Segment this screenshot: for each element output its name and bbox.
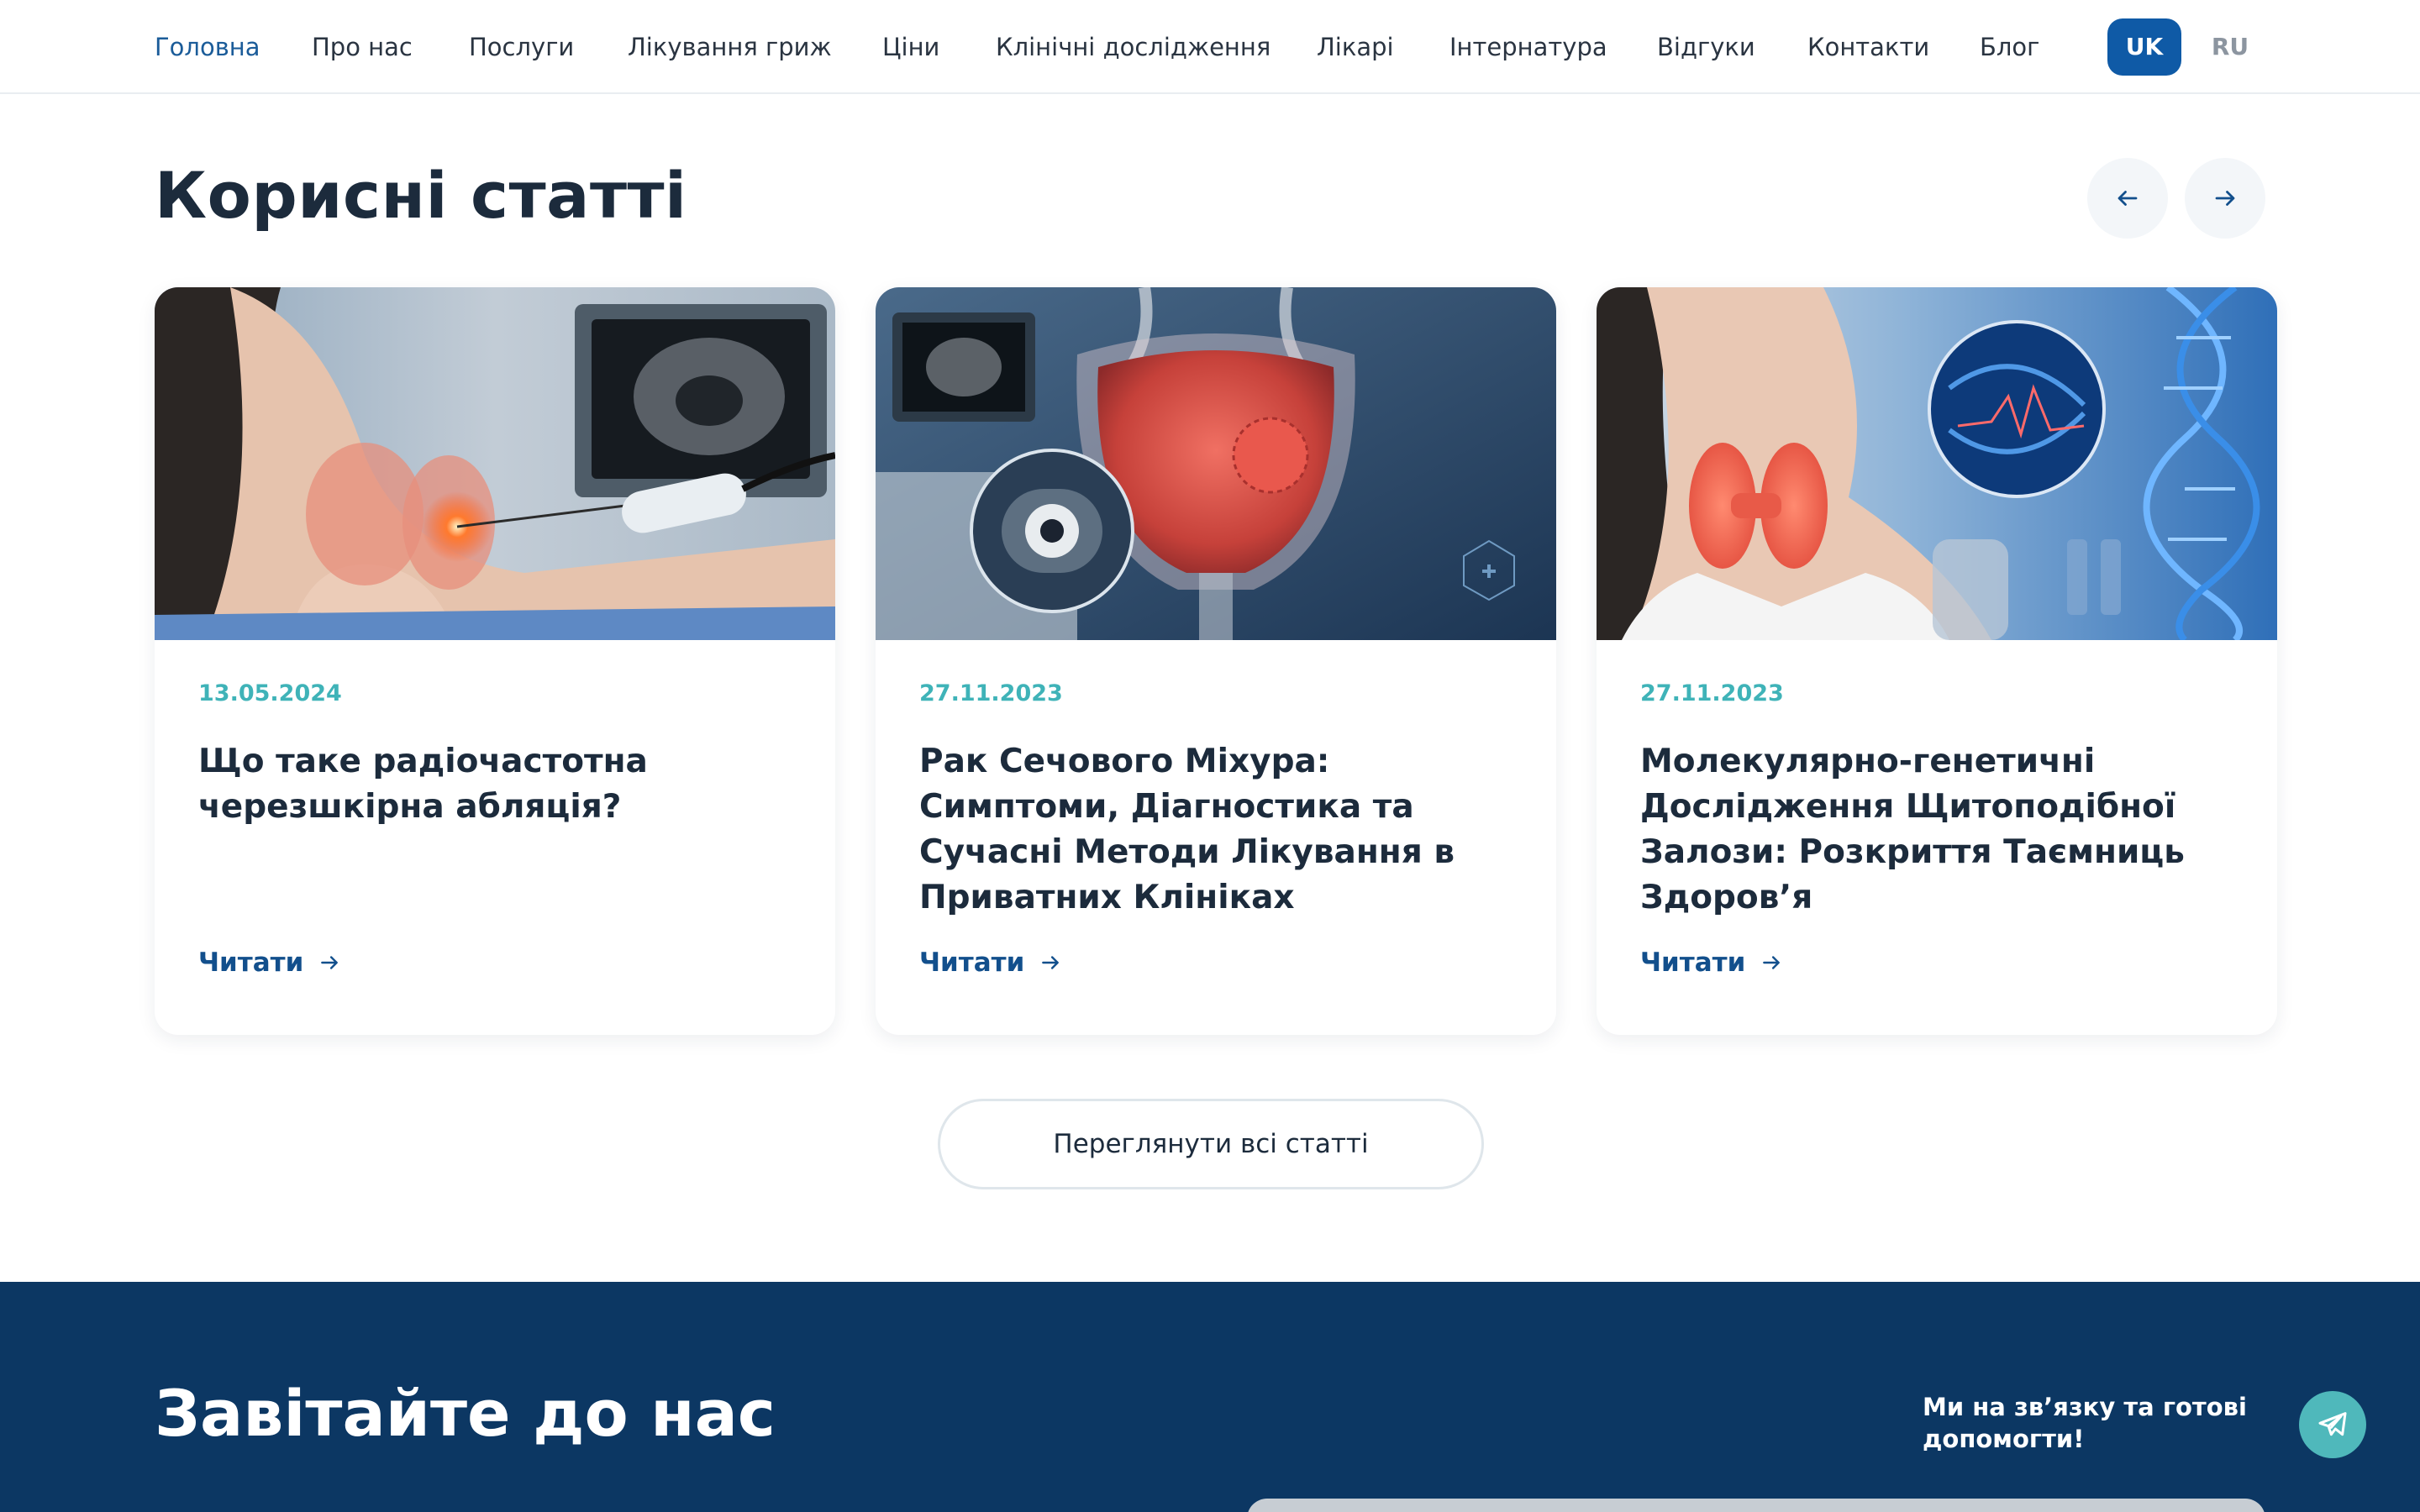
- read-more-link[interactable]: Читати: [919, 942, 1061, 983]
- nav-item-services[interactable]: Послуги: [469, 30, 574, 64]
- read-more-link[interactable]: Читати: [198, 942, 340, 983]
- nav-item-reviews[interactable]: Відгуки: [1657, 30, 1755, 64]
- nav-item-internship[interactable]: Інтернатура: [1449, 30, 1607, 64]
- top-navigation: Головна Про нас Послуги Лікування гриж Ц…: [0, 0, 2420, 94]
- arrow-left-icon: [2118, 191, 2138, 206]
- nav-item-home[interactable]: Головна: [155, 30, 260, 64]
- location-photo: [1247, 1499, 2265, 1512]
- lang-uk-button[interactable]: UK: [2107, 18, 2181, 76]
- arrow-right-icon: [321, 956, 339, 969]
- article-card[interactable]: 27.11.2023 Молекулярно-генетичні Дослідж…: [1597, 287, 2277, 1035]
- nav-item-hernia-treatment[interactable]: Лікування гриж: [628, 30, 832, 64]
- visit-section: Завітайте до нас Ми на зв’язку та готові…: [0, 1282, 2420, 1512]
- telegram-chat-button[interactable]: [2299, 1391, 2366, 1458]
- arrow-right-icon: [1042, 956, 1060, 969]
- article-date: 13.05.2024: [198, 680, 342, 706]
- contact-tagline: Ми на зв’язку та готові допомогти!: [1923, 1393, 2247, 1453]
- article-title[interactable]: Молекулярно-генетичні Дослідження Щитопо…: [1640, 739, 2245, 921]
- read-more-link[interactable]: Читати: [1640, 942, 1782, 983]
- view-all-articles-button[interactable]: Переглянути всі статті: [938, 1099, 1484, 1189]
- read-more-label: Читати: [919, 948, 1025, 978]
- nav-item-clinical-research[interactable]: Клінічні дослідження: [996, 30, 1270, 64]
- article-card[interactable]: 13.05.2024 Що таке радіочастотна черезшк…: [155, 287, 835, 1035]
- carousel-next-button[interactable]: [2185, 158, 2265, 239]
- article-title[interactable]: Рак Сечового Міхура: Симптоми, Діагности…: [919, 739, 1524, 921]
- carousel-prev-button[interactable]: [2087, 158, 2168, 239]
- articles-section-title: Корисні статті: [155, 158, 687, 233]
- telegram-icon: [2318, 1412, 2347, 1436]
- article-image-bladder: [876, 287, 1556, 640]
- nav-item-prices[interactable]: Ціни: [882, 30, 939, 64]
- read-more-label: Читати: [198, 948, 304, 978]
- article-image-thyroid-dna: [1597, 287, 2277, 640]
- nav-item-contacts[interactable]: Контакти: [1807, 30, 1929, 64]
- nav-item-doctors[interactable]: Лікарі: [1317, 30, 1394, 64]
- read-more-label: Читати: [1640, 948, 1746, 978]
- article-date: 27.11.2023: [919, 680, 1063, 706]
- arrow-right-icon: [1763, 956, 1781, 969]
- visit-section-title: Завітайте до нас: [155, 1376, 776, 1451]
- lang-ru-button[interactable]: RU: [2196, 18, 2264, 76]
- article-title[interactable]: Що таке радіочастотна черезшкірна абляці…: [198, 739, 803, 830]
- article-image-thyroid-ablation: [155, 287, 835, 640]
- article-date: 27.11.2023: [1640, 680, 1784, 706]
- arrow-right-icon: [2215, 191, 2235, 206]
- nav-item-about[interactable]: Про нас: [312, 30, 413, 64]
- article-card[interactable]: 27.11.2023 Рак Сечового Міхура: Симптоми…: [876, 287, 1556, 1035]
- nav-item-blog[interactable]: Блог: [1980, 30, 2039, 64]
